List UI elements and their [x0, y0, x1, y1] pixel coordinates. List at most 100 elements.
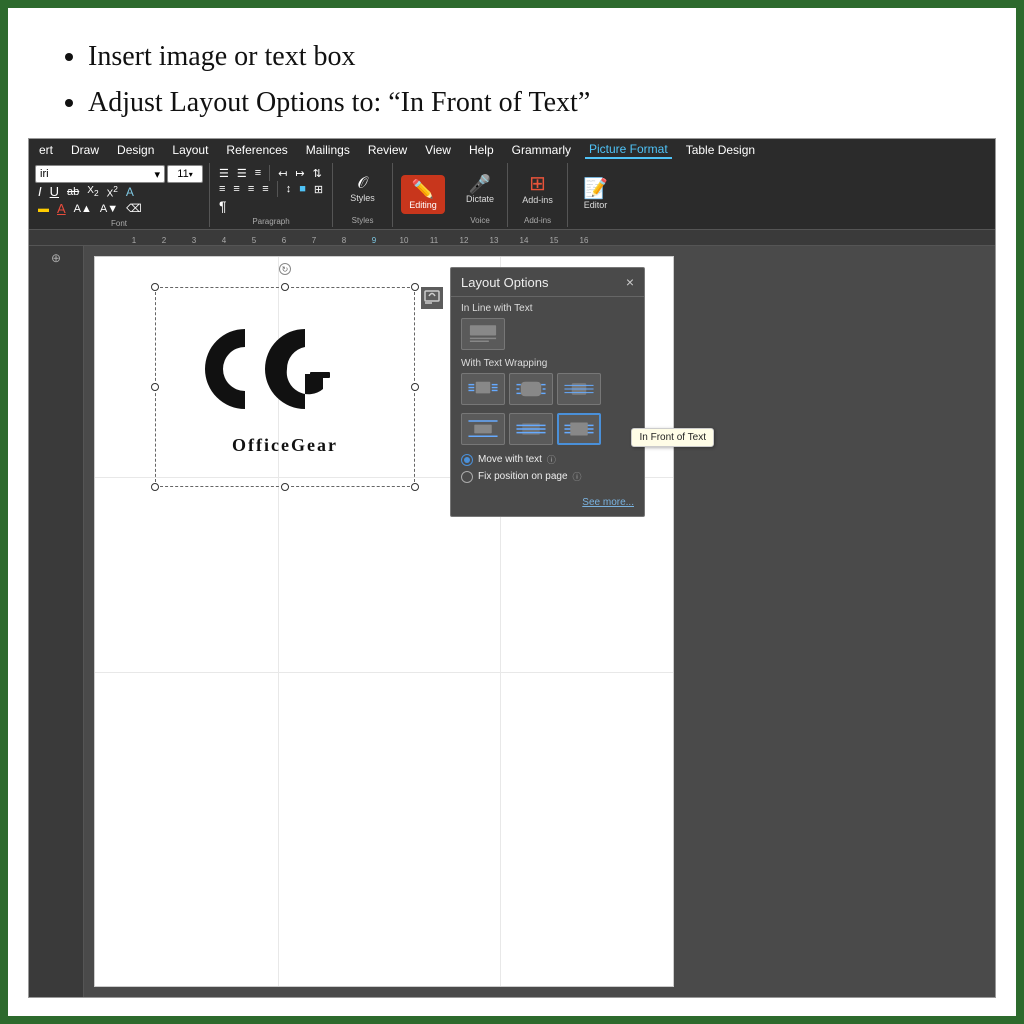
ribbon: iri ▾ 11 ▾ I U ab X2 X2 A: [29, 161, 995, 230]
menu-item-review[interactable]: Review: [364, 142, 411, 158]
strikethrough-btn[interactable]: ab: [64, 185, 82, 199]
text-effects-btn[interactable]: A: [123, 184, 137, 200]
font-name-box[interactable]: iri ▾: [35, 165, 165, 183]
ruler-marks: 1 2 3 4 5 6 7 8 9 10 11 12 13 14 15 16: [29, 230, 995, 245]
menu-item-ert[interactable]: ert: [35, 142, 57, 158]
shading-btn[interactable]: ■: [296, 182, 309, 196]
move-with-text-info[interactable]: ⓘ: [547, 453, 556, 466]
ribbon-group-paragraph: ☰ ☰ ≡ ↤ ↦ ⇅ ≡ ≡ ≡ ≡ ↕: [210, 163, 333, 227]
ruler-mark: 14: [509, 237, 539, 245]
rotate-handle[interactable]: ↻: [279, 263, 291, 275]
ruler-mark: 9: [359, 237, 389, 245]
resize-handle-bc[interactable]: [281, 483, 289, 491]
resize-handle-bl[interactable]: [151, 483, 159, 491]
tight-wrap-btn[interactable]: [509, 373, 553, 405]
resize-handle-tc[interactable]: [281, 283, 289, 291]
top-bottom-wrap-btn[interactable]: [461, 413, 505, 445]
justify-btn[interactable]: ≡: [259, 182, 271, 196]
resize-handle-mr[interactable]: [411, 383, 419, 391]
menu-item-mailings[interactable]: Mailings: [302, 142, 354, 158]
menu-item-references[interactable]: References: [222, 142, 291, 158]
resize-handle-tl[interactable]: [151, 283, 159, 291]
inline-icons-row: [451, 316, 644, 352]
ribbon-group-styles: 𝒪 Styles Styles: [333, 163, 393, 227]
clear-format-btn[interactable]: ⌫: [123, 201, 145, 216]
number-list-btn[interactable]: ☰: [234, 166, 250, 181]
inline-icon: [467, 323, 499, 345]
font-color-row: ▬ A A▲ A▼ ⌫: [35, 200, 203, 217]
align-right-btn[interactable]: ≡: [245, 182, 257, 196]
styles-button[interactable]: 𝒪 Styles: [343, 174, 383, 205]
bullet-list-btn[interactable]: ☰: [216, 166, 232, 181]
indent-decrease-btn[interactable]: ↤: [275, 166, 290, 181]
layout-options-toggle[interactable]: [421, 287, 443, 309]
paragraph-mark-btn[interactable]: ¶: [216, 197, 230, 215]
highlight-color-btn[interactable]: ▬: [35, 202, 52, 216]
resize-handle-ml[interactable]: [151, 383, 159, 391]
menu-item-table-design[interactable]: Table Design: [682, 142, 759, 158]
outer-border: Insert image or text box Adjust Layout O…: [0, 0, 1024, 1024]
see-more-link[interactable]: See more...: [451, 493, 644, 508]
ruler-mark: 4: [209, 237, 239, 245]
ruler-mark: 6: [269, 237, 299, 245]
square-wrap-btn[interactable]: [461, 373, 505, 405]
font-color-btn[interactable]: A: [54, 200, 69, 217]
italic-btn[interactable]: I: [35, 183, 45, 200]
selected-image-container[interactable]: ↻ OfficeGe: [155, 287, 415, 487]
layout-panel-close-button[interactable]: ×: [626, 274, 634, 290]
para-extra-row: ¶: [216, 197, 326, 215]
font-size-shrink-btn[interactable]: A▼: [97, 202, 121, 216]
ruler: 1 2 3 4 5 6 7 8 9 10 11 12 13 14 15 16: [29, 230, 995, 246]
borders-btn[interactable]: ⊞: [311, 182, 326, 197]
align-center-btn[interactable]: ≡: [230, 182, 242, 196]
styles-group-label: Styles: [339, 214, 386, 225]
menu-item-design[interactable]: Design: [113, 142, 158, 158]
ruler-mark: 11: [419, 237, 449, 245]
menu-item-view[interactable]: View: [421, 142, 455, 158]
sort-btn[interactable]: ⇅: [310, 166, 325, 181]
multi-level-btn[interactable]: ≡: [252, 166, 264, 180]
editor-button[interactable]: 📝 Editor: [576, 177, 616, 212]
in-front-text-wrap-btn[interactable]: In Front of Text: [557, 413, 601, 445]
font-size-grow-btn[interactable]: A▲: [71, 202, 95, 216]
menu-item-help[interactable]: Help: [465, 142, 498, 158]
ribbon-group-addins: ⊞ Add-ins Add-ins: [508, 163, 568, 227]
indent-increase-btn[interactable]: ↦: [292, 166, 307, 181]
fix-position-row: Fix position on page ⓘ: [461, 470, 634, 483]
addins-group-label: Add-ins: [514, 214, 561, 225]
wrapping-icons-row2: In Front of Text: [451, 411, 644, 447]
move-with-text-radio[interactable]: [461, 454, 473, 466]
menu-item-draw[interactable]: Draw: [67, 142, 103, 158]
through-wrap-btn[interactable]: [557, 373, 601, 405]
fix-position-radio[interactable]: [461, 471, 473, 483]
menu-item-grammarly[interactable]: Grammarly: [508, 142, 575, 158]
menu-item-layout[interactable]: Layout: [168, 142, 212, 158]
logo-area: OfficeGear: [163, 295, 407, 479]
voice-group-label: Voice: [459, 214, 501, 225]
editing-button[interactable]: ✏️ Editing: [401, 175, 445, 214]
align-left-btn[interactable]: ≡: [216, 182, 228, 196]
resize-handle-br[interactable]: [411, 483, 419, 491]
ruler-mark: 15: [539, 237, 569, 245]
underline-btn[interactable]: U: [47, 183, 62, 200]
menu-item-picture-format[interactable]: Picture Format: [585, 141, 672, 159]
in-front-tooltip: In Front of Text: [631, 428, 714, 447]
inline-layout-btn[interactable]: [461, 318, 505, 350]
editor-group-label: [574, 223, 617, 225]
resize-handle-tr[interactable]: [411, 283, 419, 291]
line-spacing-btn[interactable]: ↕: [283, 182, 295, 196]
editing-group-label: [399, 223, 447, 225]
behind-text-wrap-btn[interactable]: [509, 413, 553, 445]
dictate-button[interactable]: 🎤 Dictate: [460, 173, 500, 206]
subscript-btn[interactable]: X2: [84, 184, 101, 199]
addins-button[interactable]: ⊞ Add-ins: [518, 172, 558, 207]
document-page: ↻ OfficeGe: [94, 256, 674, 987]
ribbon-group-voice: 🎤 Dictate Voice: [453, 163, 508, 227]
font-size-box[interactable]: 11 ▾: [167, 165, 203, 183]
layout-options-panel: Layout Options × In Line with Text: [450, 267, 645, 517]
superscript-btn[interactable]: X2: [104, 183, 121, 200]
ruler-mark: 2: [149, 237, 179, 245]
fix-position-info[interactable]: ⓘ: [573, 470, 582, 483]
layout-panel-header: Layout Options ×: [451, 268, 644, 297]
expand-icon[interactable]: ⊕: [51, 251, 61, 265]
